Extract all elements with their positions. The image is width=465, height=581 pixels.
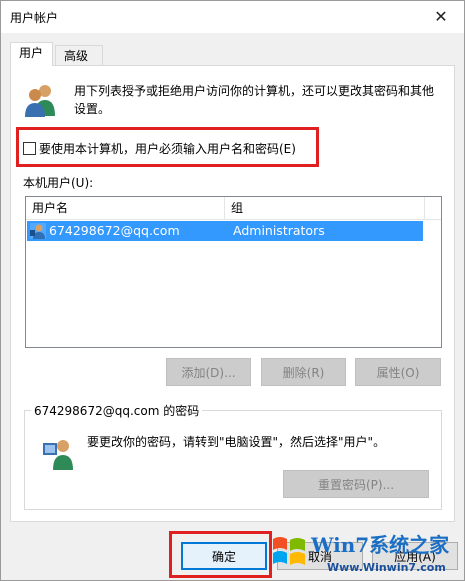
reset-password-button[interactable]: 重置密码(P)... (283, 470, 429, 498)
column-group[interactable]: 组 (225, 197, 425, 220)
title-bar: 用户帐户 ✕ (1, 1, 464, 33)
local-users-label: 本机用户(U): (23, 176, 94, 190)
tab-advanced[interactable]: 高级 (55, 45, 103, 65)
add-user-button[interactable]: 添加(D)... (166, 358, 251, 386)
apply-button[interactable]: 应用(A) (372, 542, 458, 570)
require-login-checkbox[interactable] (23, 141, 36, 155)
users-list[interactable]: 用户名 组 674298672@qq.com Administrators (25, 196, 442, 348)
delete-user-button[interactable]: 删除(R) (261, 358, 346, 386)
row-group: Administrators (233, 223, 325, 238)
users-icon (25, 85, 55, 117)
password-group-title: 674298672@qq.com 的密码 (31, 402, 203, 419)
require-login-label[interactable]: 要使用本计算机，用户必须输入用户名和密码(E) (39, 140, 296, 157)
cancel-button[interactable]: 取消 (277, 542, 363, 570)
users-list-header: 用户名 组 (26, 197, 441, 220)
password-group: 674298672@qq.com 的密码 要更改你的密码，请转到"电脑设置"，然… (24, 402, 442, 510)
user-password-icon (43, 440, 73, 470)
column-username[interactable]: 用户名 (26, 197, 225, 220)
ok-button[interactable]: 确定 (181, 542, 267, 570)
tab-users[interactable]: 用户 (10, 42, 53, 66)
properties-button[interactable]: 属性(O) (355, 358, 441, 386)
window-title: 用户帐户 (10, 11, 59, 25)
intro-description: 用下列表授予或拒绝用户访问你的计算机，还可以更改其密码和其他设置。 (74, 84, 435, 116)
users-tab-panel: 用下列表授予或拒绝用户访问你的计算机，还可以更改其密码和其他设置。 要使用本计算… (10, 65, 455, 522)
password-instructions: 要更改你的密码，请转到"电脑设置"，然后选择"用户"。 (87, 435, 386, 449)
user-icon (30, 223, 46, 239)
require-login-option[interactable]: 要使用本计算机，用户必须输入用户名和密码(E) (23, 140, 296, 156)
close-icon: ✕ (434, 6, 448, 26)
close-button[interactable]: ✕ (418, 1, 464, 31)
row-username: 674298672@qq.com (49, 223, 180, 238)
table-row[interactable]: 674298672@qq.com Administrators (27, 221, 423, 241)
user-accounts-dialog: 用户帐户 ✕ 用户 高级 用下列表授予或拒绝用户访问你的计算机，还可以更改其密码… (0, 0, 465, 581)
